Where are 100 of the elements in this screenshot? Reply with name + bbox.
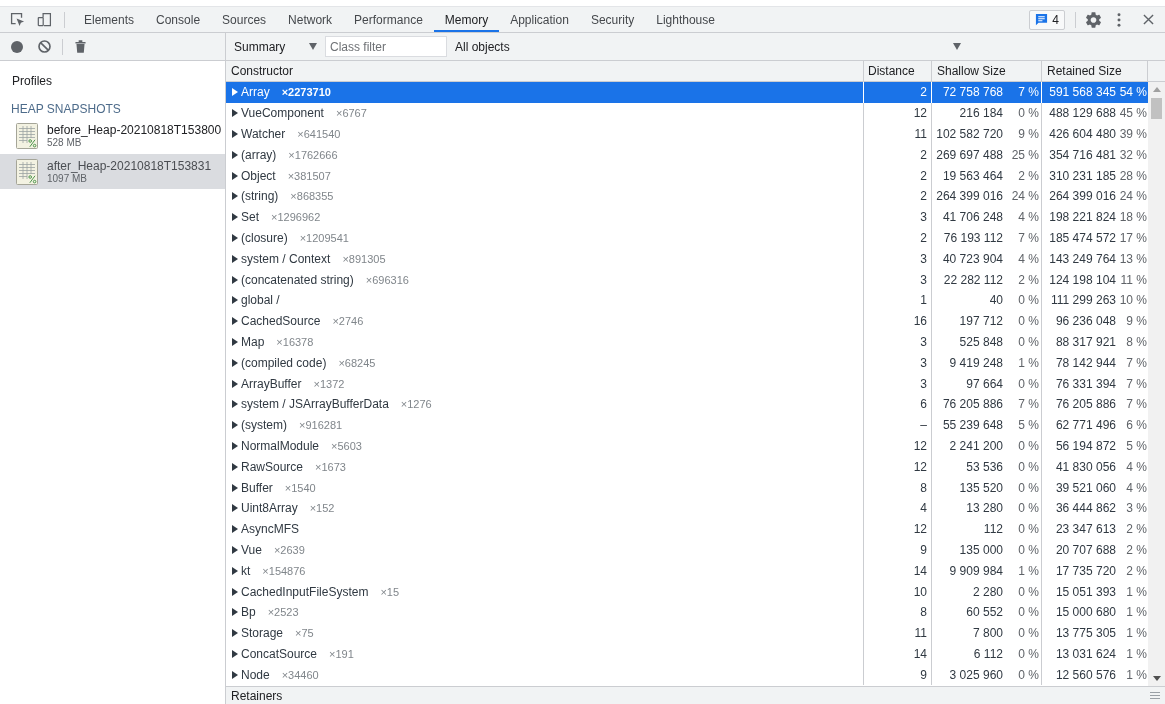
resize-handle-icon[interactable] bbox=[1150, 692, 1160, 699]
expand-arrow-icon[interactable] bbox=[232, 525, 238, 534]
retained-size-value: 12 560 576 bbox=[1054, 667, 1117, 682]
retained-size-value: 56 194 872 bbox=[1054, 438, 1117, 453]
retained-size-percent: 3 % bbox=[1125, 501, 1148, 516]
class-filter-input[interactable]: Class filter bbox=[325, 36, 447, 57]
expand-arrow-icon[interactable] bbox=[232, 400, 238, 409]
scrollbar-thumb[interactable] bbox=[1151, 98, 1162, 119]
shallow-size-percent: 4 % bbox=[1017, 210, 1040, 225]
constructor-name: system / JSArrayBufferData bbox=[241, 397, 389, 412]
message-icon bbox=[1035, 13, 1049, 26]
expand-arrow-icon[interactable] bbox=[232, 150, 238, 159]
expand-arrow-icon[interactable] bbox=[232, 462, 238, 471]
retained-size-percent: 9 % bbox=[1125, 314, 1148, 329]
clear-icon[interactable] bbox=[38, 40, 51, 53]
retained-size-value: 591 568 345 bbox=[1048, 85, 1117, 100]
constructor-name: (closure) bbox=[241, 230, 288, 245]
retained-size-value: 76 331 394 bbox=[1054, 376, 1117, 391]
scroll-down-arrow-icon[interactable] bbox=[1152, 676, 1161, 681]
shallow-size-percent: 2 % bbox=[1017, 272, 1040, 287]
expand-arrow-icon[interactable] bbox=[232, 483, 238, 492]
retained-size-percent: 54 % bbox=[1118, 85, 1148, 100]
expand-arrow-icon[interactable] bbox=[232, 296, 238, 305]
spreadsheet-icon bbox=[16, 158, 38, 185]
more-options-icon[interactable] bbox=[1117, 12, 1121, 27]
column-header[interactable]: Shallow Size bbox=[932, 61, 1042, 81]
retained-size-value: 143 249 764 bbox=[1048, 251, 1117, 266]
column-header[interactable]: Constructor bbox=[226, 61, 864, 81]
retainers-title: Retainers bbox=[231, 688, 283, 703]
expand-arrow-icon[interactable] bbox=[232, 566, 238, 575]
trash-icon[interactable] bbox=[75, 40, 86, 53]
instance-count: ×641540 bbox=[297, 128, 341, 140]
distance-value: 3 bbox=[920, 210, 927, 225]
retained-size-percent: 18 % bbox=[1118, 210, 1148, 225]
expand-arrow-icon[interactable] bbox=[232, 649, 238, 658]
object-filter-select[interactable]: All objects bbox=[447, 35, 967, 58]
expand-arrow-icon[interactable] bbox=[232, 130, 238, 138]
expand-arrow-icon[interactable] bbox=[232, 358, 238, 367]
shallow-size-percent: 0 % bbox=[1017, 438, 1040, 453]
shallow-size-percent: 5 % bbox=[1017, 418, 1040, 433]
expand-arrow-icon[interactable] bbox=[232, 379, 238, 388]
retained-size-value: 96 236 048 bbox=[1054, 314, 1117, 329]
expand-arrow-icon[interactable] bbox=[232, 545, 238, 554]
shallow-size-value: 19 563 464 bbox=[941, 168, 1003, 183]
instance-count: ×891305 bbox=[342, 252, 386, 265]
expand-arrow-icon[interactable] bbox=[232, 670, 238, 679]
panel-tab[interactable]: Security bbox=[579, 7, 646, 32]
snapshot-item[interactable]: before_Heap-20210818T153800 528 MB bbox=[0, 118, 225, 153]
snapshot-name: after_Heap-20210818T153831 bbox=[47, 159, 212, 173]
panel-tab[interactable]: Elements bbox=[73, 7, 146, 32]
instance-count: ×1296962 bbox=[271, 211, 321, 224]
expand-arrow-icon[interactable] bbox=[232, 441, 238, 450]
constructor-name: VueComponent bbox=[241, 106, 324, 121]
expand-arrow-icon[interactable] bbox=[232, 192, 238, 201]
retained-size-value: 111 299 263 bbox=[1050, 293, 1117, 308]
distance-value: 16 bbox=[913, 314, 927, 329]
record-icon[interactable] bbox=[11, 40, 23, 53]
distance-value: 11 bbox=[914, 626, 927, 641]
snapshot-item[interactable]: after_Heap-20210818T153831 1097 MB bbox=[0, 154, 225, 189]
device-toolbar-icon[interactable] bbox=[37, 12, 52, 27]
settings-icon[interactable] bbox=[1086, 11, 1101, 28]
panel-tab[interactable]: Network bbox=[277, 7, 344, 32]
expand-arrow-icon[interactable] bbox=[232, 275, 238, 284]
retained-size-value: 13 775 305 bbox=[1054, 626, 1117, 641]
issues-button[interactable]: 4 bbox=[1029, 9, 1065, 30]
expand-arrow-icon[interactable] bbox=[232, 171, 238, 180]
view-select[interactable]: Summary bbox=[226, 35, 317, 58]
retained-size-value: 23 347 613 bbox=[1054, 522, 1117, 537]
shallow-size-value: 53 536 bbox=[965, 459, 1003, 474]
retained-size-percent: 11 % bbox=[1119, 272, 1148, 287]
instance-count: ×1209541 bbox=[299, 231, 349, 244]
expand-arrow-icon[interactable] bbox=[232, 317, 238, 326]
expand-arrow-icon[interactable] bbox=[232, 629, 238, 638]
panel-tab[interactable]: Console bbox=[145, 7, 212, 32]
expand-arrow-icon[interactable] bbox=[232, 233, 238, 242]
expand-arrow-icon[interactable] bbox=[232, 337, 238, 346]
panel-tab[interactable]: Lighthouse bbox=[645, 7, 726, 32]
expand-arrow-icon[interactable] bbox=[232, 587, 238, 596]
column-header[interactable]: Distance bbox=[864, 61, 932, 81]
expand-arrow-icon[interactable] bbox=[232, 608, 238, 617]
panel-tab[interactable]: Application bbox=[499, 7, 580, 32]
panel-tab[interactable]: Sources bbox=[211, 7, 278, 32]
scrollbar[interactable] bbox=[1148, 82, 1165, 686]
retained-size-percent: 24 % bbox=[1118, 189, 1148, 204]
column-header[interactable]: Retained Size bbox=[1042, 61, 1148, 81]
constructor-name: Node bbox=[241, 667, 270, 682]
close-icon[interactable] bbox=[1143, 14, 1154, 25]
table-row[interactable]: Array ×2273710 2 72 758 768 7 % 591 568 345 54 % bbox=[226, 82, 1148, 103]
expand-arrow-icon[interactable] bbox=[232, 109, 238, 118]
inspect-element-icon[interactable] bbox=[10, 12, 25, 27]
expand-arrow-icon[interactable] bbox=[232, 254, 238, 263]
expand-arrow-icon[interactable] bbox=[232, 213, 238, 222]
shallow-size-value: 40 723 904 bbox=[941, 251, 1003, 266]
expand-arrow-icon[interactable] bbox=[232, 504, 238, 513]
shallow-size-value: 9 419 248 bbox=[948, 355, 1003, 370]
constructor-name: (string) bbox=[241, 189, 279, 204]
constructor-name: Watcher bbox=[241, 127, 286, 141]
distance-value: 3 bbox=[920, 251, 927, 266]
panel-tab[interactable]: Performance bbox=[343, 7, 434, 32]
expand-arrow-icon[interactable] bbox=[232, 421, 238, 430]
